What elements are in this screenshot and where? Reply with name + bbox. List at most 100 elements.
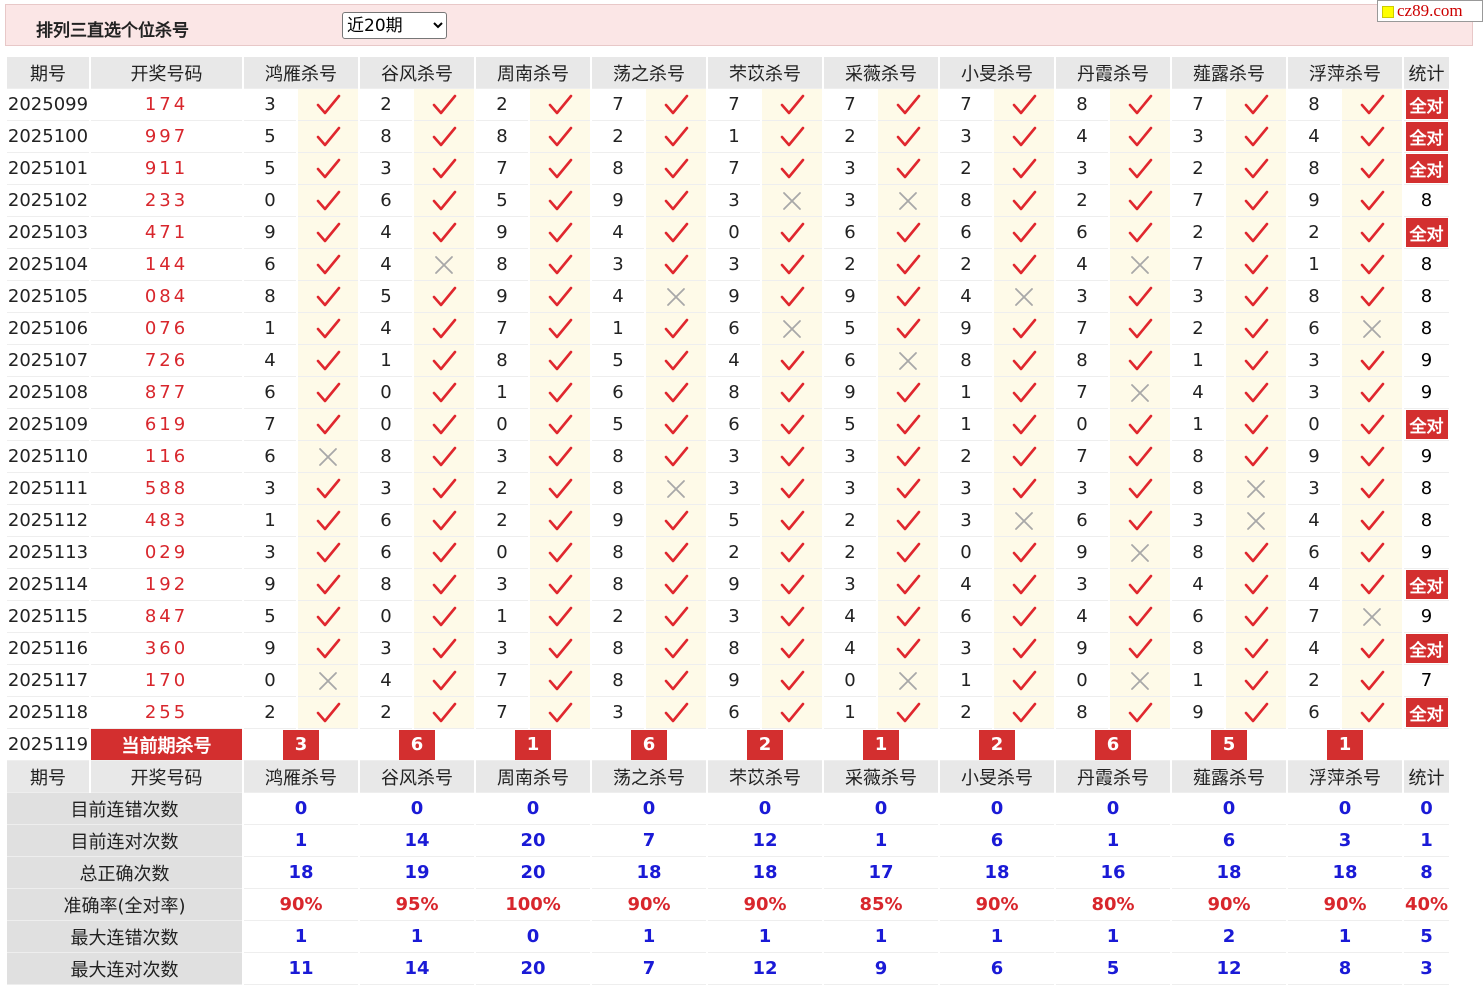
col-header-predictor[interactable]: 芣苡杀号 (708, 761, 822, 793)
col-header-predictor[interactable]: 荡之杀号 (592, 761, 706, 793)
check-icon (548, 542, 573, 562)
kill-value-cell: 7 (1172, 185, 1224, 217)
kill-value-cell: 1 (360, 345, 412, 377)
kill-value-cell: 2 (1172, 153, 1224, 185)
current-kill-cell: 1 (1288, 729, 1402, 761)
cross-icon (899, 671, 917, 690)
kill-value-cell: 6 (1056, 505, 1108, 537)
check-icon (780, 382, 805, 402)
col-header-predictor[interactable]: 鸿雁杀号 (244, 761, 358, 793)
result-mark-cell (530, 217, 590, 249)
kill-value-cell: 1 (244, 505, 296, 537)
hit-count: 8 (1420, 510, 1433, 531)
top-bar: 排列三直选个位杀号 近20期 (5, 4, 1473, 46)
col-header-predictor[interactable]: 小旻杀号 (940, 57, 1054, 89)
table-row: 2025104 144 6 4 8 3 3 2 2 4 7 1 8 (7, 249, 1449, 281)
check-icon (664, 574, 689, 594)
stats-value: 90% (592, 889, 706, 921)
hit-count: 8 (1420, 478, 1433, 499)
check-icon (1244, 222, 1269, 242)
stat-cell: 9 (1404, 377, 1449, 409)
stats-row: 最大连对次数 11 14 20 7 12 9 6 5 12 8 3 (7, 953, 1449, 985)
check-icon (896, 446, 921, 466)
col-header-predictor[interactable]: 周南杀号 (476, 57, 590, 89)
col-header-predictor[interactable]: 荡之杀号 (592, 57, 706, 89)
result-mark-cell (414, 633, 474, 665)
check-icon (432, 638, 457, 658)
kill-value-cell: 4 (1172, 569, 1224, 601)
kill-value-cell: 3 (476, 441, 528, 473)
col-header-predictor[interactable]: 鸿雁杀号 (244, 57, 358, 89)
cross-icon (899, 351, 917, 370)
col-header-predictor[interactable]: 周南杀号 (476, 761, 590, 793)
kill-value-cell: 7 (1172, 249, 1224, 281)
col-header-predictor[interactable]: 小旻杀号 (940, 761, 1054, 793)
result-mark-cell (530, 377, 590, 409)
result-mark-cell (646, 537, 706, 569)
table-row: 2025113 029 3 6 0 8 2 2 0 9 8 6 9 (7, 537, 1449, 569)
hit-count: 9 (1420, 350, 1433, 371)
col-header-period: 期号 (7, 761, 89, 793)
range-select[interactable]: 近20期 (342, 12, 447, 39)
col-header-predictor[interactable]: 谷风杀号 (360, 57, 474, 89)
check-icon (896, 542, 921, 562)
table-row: 2025102 233 0 6 5 9 3 3 8 2 7 9 8 (7, 185, 1449, 217)
stats-row: 总正确次数 18 19 20 18 18 17 18 16 18 18 8 (7, 857, 1449, 889)
kill-value-cell: 7 (1056, 377, 1108, 409)
col-header-predictor[interactable]: 采薇杀号 (824, 57, 938, 89)
col-header-predictor[interactable]: 芣苡杀号 (708, 57, 822, 89)
draw-number-cell: 997 (91, 121, 242, 153)
draw-number-cell: 116 (91, 441, 242, 473)
check-icon (316, 286, 341, 306)
kill-value-cell: 7 (592, 89, 644, 121)
kill-value-cell: 8 (592, 441, 644, 473)
col-header-predictor[interactable]: 谷风杀号 (360, 761, 474, 793)
result-mark-cell (646, 185, 706, 217)
result-mark-cell (878, 441, 938, 473)
check-icon (1012, 638, 1037, 658)
col-header-predictor[interactable]: 丹霞杀号 (1056, 761, 1170, 793)
period-cell: 2025101 (7, 153, 89, 185)
col-header-predictor[interactable]: 浮萍杀号 (1288, 57, 1402, 89)
stats-total: 40% (1404, 889, 1449, 921)
check-icon (1012, 318, 1037, 338)
result-mark-cell (878, 153, 938, 185)
stats-value: 1 (824, 921, 938, 953)
col-header-predictor[interactable]: 薤露杀号 (1172, 761, 1286, 793)
col-header-predictor[interactable]: 丹霞杀号 (1056, 57, 1170, 89)
draw-number: 174 (144, 94, 189, 115)
kill-value-cell: 2 (360, 697, 412, 729)
table-row: 2025107 726 4 1 8 5 4 6 8 8 1 3 9 (7, 345, 1449, 377)
kill-value-cell: 2 (940, 249, 992, 281)
check-icon (316, 574, 341, 594)
col-header-draw: 开奖号码 (91, 761, 242, 793)
kill-value-cell: 6 (940, 217, 992, 249)
stat-cell: 全对 (1404, 633, 1449, 665)
kill-value-cell: 1 (592, 313, 644, 345)
result-mark-cell (1110, 537, 1170, 569)
period-cell: 2025117 (7, 665, 89, 697)
kill-value-cell: 2 (592, 601, 644, 633)
check-icon (432, 158, 457, 178)
col-header-predictor[interactable]: 采薇杀号 (824, 761, 938, 793)
hit-count: 8 (1420, 190, 1433, 211)
col-header-predictor[interactable]: 薤露杀号 (1172, 57, 1286, 89)
stats-total: 3 (1404, 953, 1449, 985)
kill-value-cell: 3 (360, 633, 412, 665)
stat-cell: 全对 (1404, 153, 1449, 185)
result-mark-cell (994, 441, 1054, 473)
kill-value-cell: 1 (476, 377, 528, 409)
check-icon (316, 478, 341, 498)
stats-value: 0 (824, 793, 938, 825)
check-icon (316, 350, 341, 370)
check-icon (548, 254, 573, 274)
check-icon (548, 286, 573, 306)
stats-value: 2 (1172, 921, 1286, 953)
kill-value-cell: 2 (824, 537, 876, 569)
check-icon (316, 638, 341, 658)
kill-value-cell: 9 (244, 569, 296, 601)
draw-number-cell: 877 (91, 377, 242, 409)
col-header-predictor[interactable]: 浮萍杀号 (1288, 761, 1402, 793)
site-logo[interactable]: cz89.com (1377, 0, 1483, 22)
all-correct-badge: 全对 (1405, 570, 1448, 599)
